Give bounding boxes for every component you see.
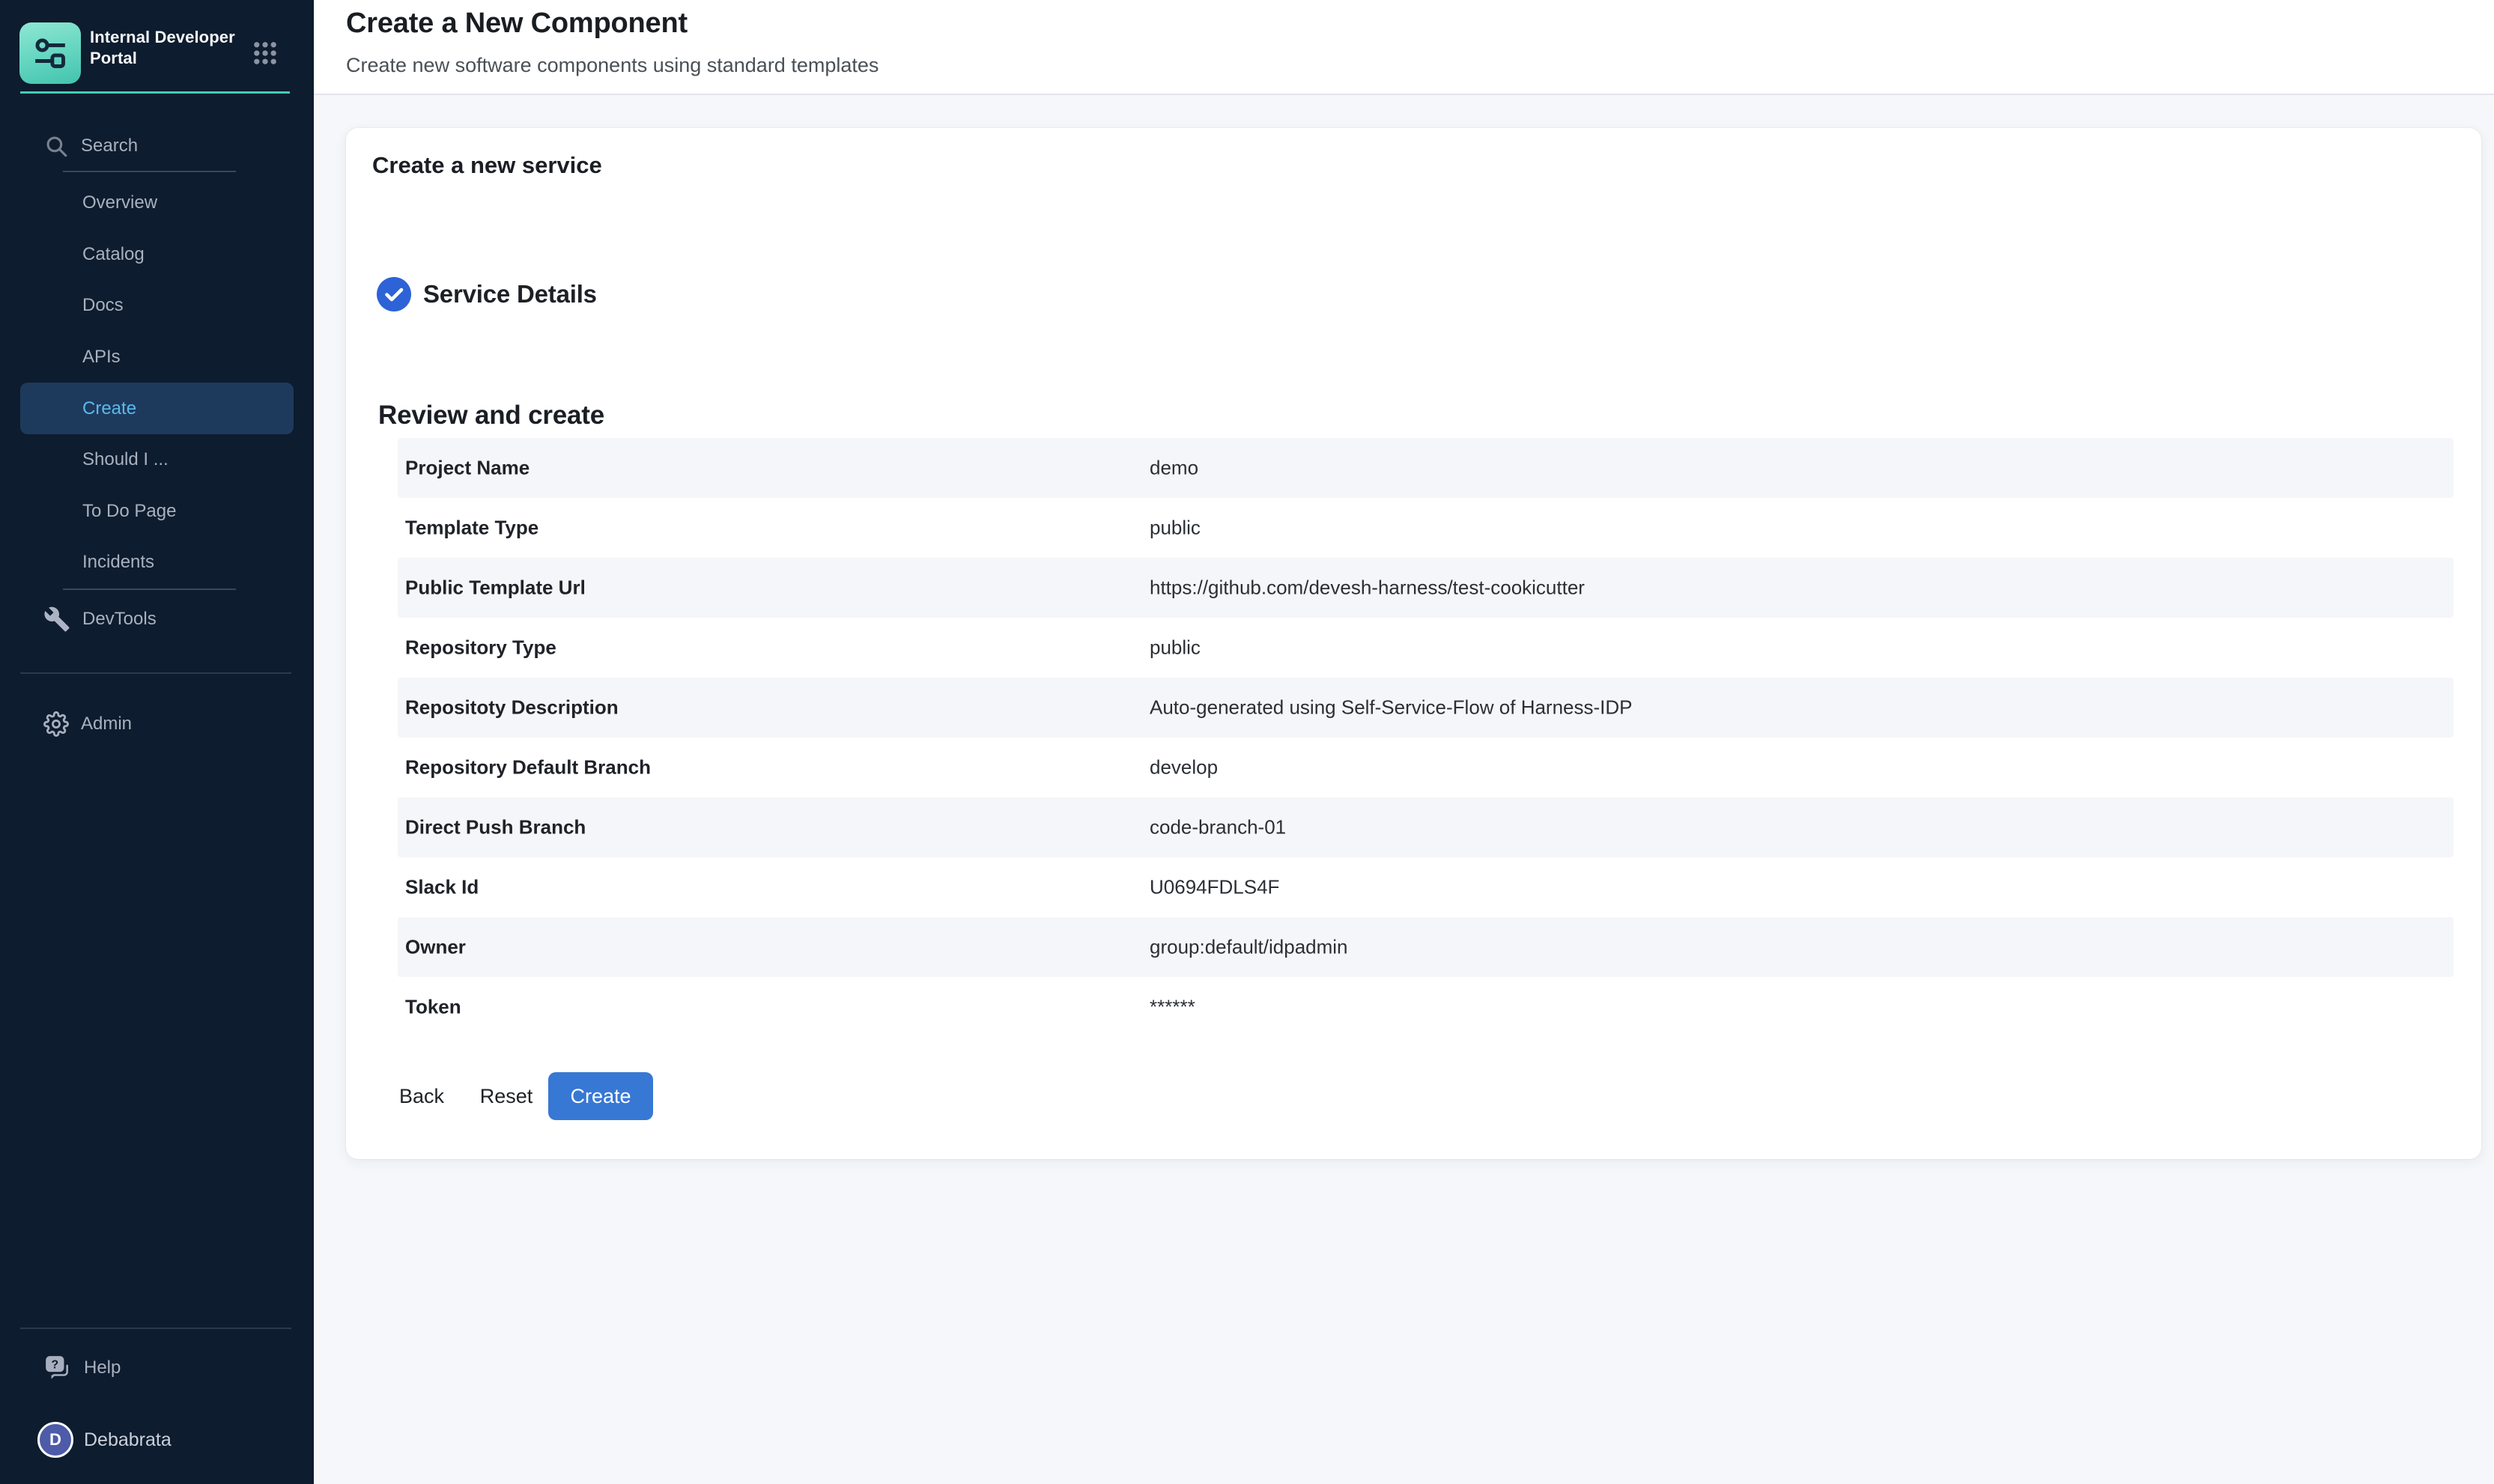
review-row: Project Name demo [398,438,2454,498]
search-icon [43,133,69,159]
review-row-label: Repositoty Description [405,696,619,720]
idp-logo[interactable] [19,22,81,84]
review-row: Repository Type public [398,618,2454,678]
review-row: Repositoty Description Auto-generated usi… [398,678,2454,738]
apps-grid-icon[interactable] [253,41,277,65]
wrench-icon [43,606,70,633]
review-row-value: https://github.com/devesh-harness/test-c… [1150,577,1585,600]
sidebar-item-incidents[interactable]: Incidents [20,537,294,589]
sidebar-item-admin[interactable]: Admin [43,708,132,741]
review-row-label: Repository Type [405,636,556,660]
review-row: Direct Push Branch code-branch-01 [398,797,2454,857]
check-circle-icon [377,277,411,311]
devtools-label: DevTools [82,609,157,630]
review-row: Owner group:default/idpadmin [398,917,2454,977]
gear-icon [43,711,69,737]
review-row-label: Public Template Url [405,577,586,600]
sidebar-item-to-do-page[interactable]: To Do Page [20,486,294,538]
review-row-value: public [1150,517,1201,540]
review-row: Public Template Url https://github.com/de… [398,558,2454,618]
review-row-value: develop [1150,756,1218,779]
sidebar-item-search[interactable]: Search [43,130,138,162]
svg-text:?: ? [51,1359,58,1372]
help-label: Help [84,1357,121,1378]
review-row-label: Token [405,996,461,1019]
review-row-label: Template Type [405,517,538,540]
review-row-value: demo [1150,457,1198,480]
sidebar-divider [63,171,236,172]
review-row: Repository Default Branch develop [398,738,2454,797]
user-menu[interactable]: D Debabrata [37,1422,172,1458]
review-row-value: Auto-generated using Self-Service-Flow o… [1150,696,1633,720]
sidebar-divider [63,589,236,590]
review-row-label: Project Name [405,457,530,480]
create-service-card: Create a new service Service Details Rev… [346,128,2481,1159]
review-row-value: public [1150,636,1201,660]
step-label: Service Details [423,280,597,308]
review-row-value: code-branch-01 [1150,816,1286,839]
help-chat-icon: ? [43,1354,72,1382]
sidebar-divider [20,672,291,674]
review-row-label: Slack Id [405,876,479,899]
sidebar-item-apis[interactable]: APIs [20,332,294,383]
page-subtitle: Create new software components using sta… [346,54,879,77]
review-row-label: Owner [405,936,466,959]
back-button[interactable]: Back [388,1072,455,1120]
avatar: D [37,1422,73,1458]
review-row: Slack Id U0694FDLS4F [398,857,2454,917]
reset-button[interactable]: Reset [473,1072,540,1120]
sidebar-divider [20,1328,291,1329]
sidebar-item-should-i[interactable]: Should I ... [20,434,294,486]
sidebar-item-create[interactable]: Create [20,383,294,434]
sidebar-nav: OverviewCatalogDocsAPIsCreateShould I ..… [0,177,314,589]
sidebar-item-overview[interactable]: Overview [20,177,294,229]
sidebar: Internal Developer Portal Search Overvie… [0,0,314,1484]
step-service-details[interactable]: Service Details [377,277,597,311]
main-content: Create a New Component Create new softwa… [314,0,2494,1484]
search-label: Search [81,136,138,156]
review-row-value: ****** [1150,996,1195,1019]
review-row-label: Repository Default Branch [405,756,651,779]
sidebar-item-devtools[interactable]: DevTools [43,603,157,636]
sidebar-item-docs[interactable]: Docs [20,280,294,332]
review-heading: Review and create [378,401,604,431]
review-row-value: group:default/idpadmin [1150,936,1348,959]
review-row: Template Type public [398,498,2454,558]
sidebar-item-help[interactable]: ? Help [43,1351,121,1384]
page-title: Create a New Component [346,7,688,40]
review-row-label: Direct Push Branch [405,816,586,839]
review-table: Project Name demo Template Type public Publi… [398,438,2454,1037]
admin-label: Admin [81,714,132,735]
review-row: Token ****** [398,977,2454,1037]
review-row-value: U0694FDLS4F [1150,876,1279,899]
idp-logo-glyph [29,32,71,74]
sidebar-accent-divider [20,91,290,94]
user-name: Debabrata [84,1429,172,1451]
sidebar-item-catalog[interactable]: Catalog [20,229,294,281]
app-title: Internal Developer Portal [90,27,258,69]
card-heading: Create a new service [372,152,602,179]
page-header: Create a New Component Create new softwa… [314,0,2494,95]
create-button[interactable]: Create [548,1072,653,1120]
